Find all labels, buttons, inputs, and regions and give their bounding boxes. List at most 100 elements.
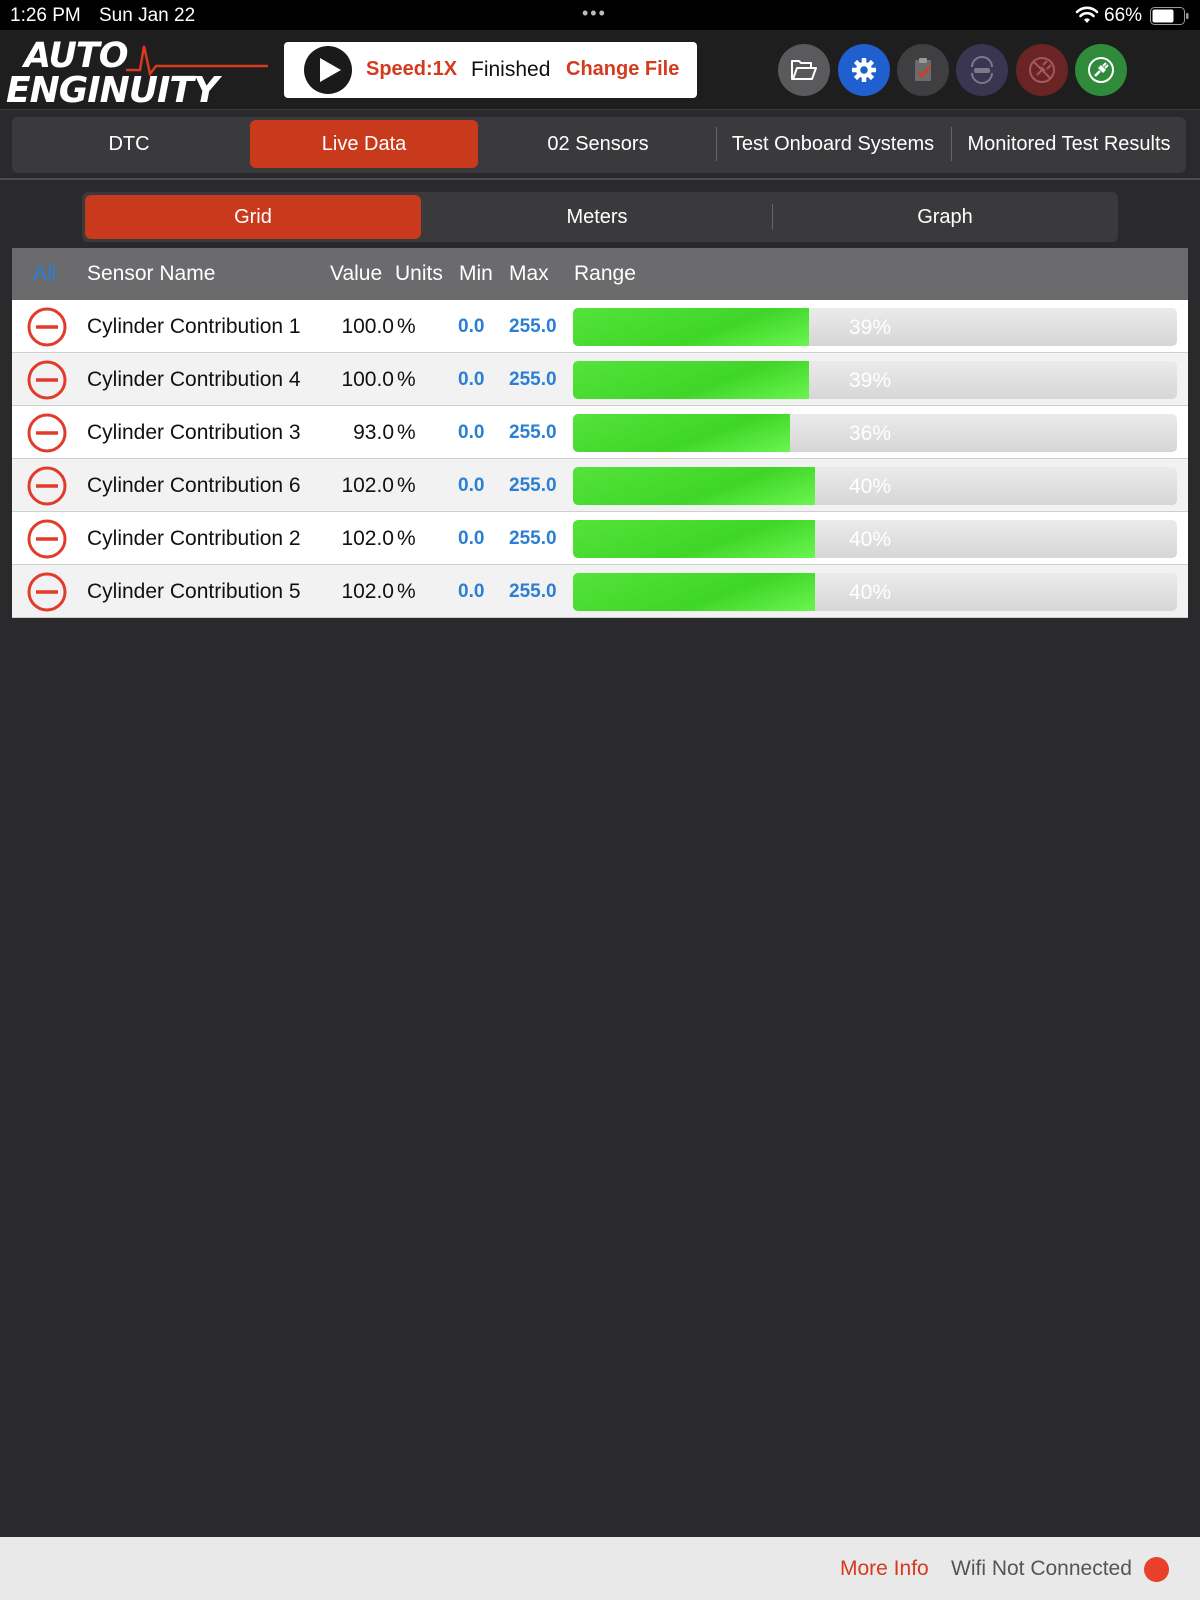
sensor-min: 0.0 [458, 369, 485, 390]
sensor-value: 102.0 [341, 474, 394, 497]
sensor-range-fill [573, 414, 790, 452]
tab-dtc[interactable]: DTC [12, 120, 246, 168]
battery-percent: 66% [1104, 5, 1143, 26]
sensor-range-bar: 40% [573, 467, 1177, 505]
disconnect-button[interactable] [1016, 44, 1068, 96]
sensor-units: % [397, 421, 416, 444]
app-header: AUTO ENGINUITY Speed:1X Finished Change … [0, 30, 1200, 111]
open-folder-icon [791, 60, 817, 80]
connect-button[interactable] [1075, 44, 1127, 96]
play-button[interactable] [304, 46, 352, 94]
sensor-range-percent: 40% [849, 581, 892, 604]
table-row[interactable]: Cylinder Contribution 1 100.0% 0.0 255.0 39% [12, 300, 1188, 353]
playback-speed[interactable]: Speed:1X [366, 58, 457, 81]
connect-plug-icon [1088, 57, 1114, 83]
remove-sensor-icon[interactable] [26, 571, 68, 613]
playback-status: Finished [471, 58, 551, 81]
sensor-range-fill [573, 308, 809, 346]
view-segment-control: Grid Meters Graph [82, 192, 1118, 242]
sensor-min: 0.0 [458, 422, 485, 443]
segment-graph[interactable]: Graph [774, 195, 1116, 239]
settings-button[interactable] [838, 44, 890, 96]
sensor-max: 255.0 [509, 581, 557, 602]
sensor-range-fill [573, 573, 815, 611]
logo-bottom-text: ENGINUITY [6, 70, 219, 111]
sensor-units: % [397, 368, 416, 391]
disconnected-plug-icon [1029, 57, 1055, 83]
sensor-range-fill [573, 467, 815, 505]
clipboard-button[interactable] [897, 44, 949, 96]
status-time: 1:26 PM [10, 5, 81, 26]
sensor-max: 255.0 [509, 475, 557, 496]
sensor-name: Cylinder Contribution 4 [87, 368, 301, 391]
remove-sensor-icon[interactable] [26, 306, 68, 348]
segment-divider [772, 204, 773, 230]
sensor-range-percent: 36% [849, 422, 892, 445]
sensor-range-bar: 40% [573, 520, 1177, 558]
more-info-link[interactable]: More Info [840, 1557, 929, 1581]
multitasking-dots[interactable]: ••• [582, 3, 607, 24]
select-all-button[interactable]: All [33, 262, 56, 286]
sensor-max: 255.0 [509, 422, 557, 443]
sensor-range-percent: 39% [849, 316, 892, 339]
sensor-range-bar: 36% [573, 414, 1177, 452]
main-tab-bar: DTC Live Data 02 Sensors Test Onboard Sy… [12, 117, 1186, 173]
remove-sensor-icon[interactable] [26, 359, 68, 401]
header-range[interactable]: Range [574, 262, 636, 286]
sensor-range-percent: 39% [849, 369, 892, 392]
tab-live-data[interactable]: Live Data [250, 120, 478, 168]
table-row[interactable]: Cylinder Contribution 2 102.0% 0.0 255.0 40% [12, 512, 1188, 565]
table-header: All Sensor Name Value Units Min Max Rang… [12, 248, 1188, 300]
tab-monitored-test-results[interactable]: Monitored Test Results [952, 120, 1186, 168]
table-row[interactable]: Cylinder Contribution 6 102.0% 0.0 255.0 40% [12, 459, 1188, 512]
table-row[interactable]: Cylinder Contribution 5 102.0% 0.0 255.0 40% [12, 565, 1188, 618]
sensor-max: 255.0 [509, 316, 557, 337]
tab-test-onboard-systems[interactable]: Test Onboard Systems [717, 120, 949, 168]
clipboard-check-icon [915, 58, 931, 81]
wifi-status-text: Wifi Not Connected [951, 1557, 1132, 1580]
sensor-name: Cylinder Contribution 1 [87, 315, 301, 338]
sensor-max: 255.0 [509, 369, 557, 390]
sensor-min: 0.0 [458, 475, 485, 496]
sensor-units: % [397, 527, 416, 550]
table-row[interactable]: Cylinder Contribution 3 93.0% 0.0 255.0 36% [12, 406, 1188, 459]
remove-sensor-icon[interactable] [26, 465, 68, 507]
vehicle-sync-button[interactable] [956, 44, 1008, 96]
sensor-max: 255.0 [509, 528, 557, 549]
remove-sensor-icon[interactable] [26, 412, 68, 454]
sensor-value: 102.0 [341, 580, 394, 603]
vehicle-sync-icon [971, 56, 993, 84]
sensor-range-fill [573, 520, 815, 558]
sensor-name: Cylinder Contribution 3 [87, 421, 301, 444]
sensor-name: Cylinder Contribution 6 [87, 474, 301, 497]
segment-grid[interactable]: Grid [85, 195, 421, 239]
header-value[interactable]: Value [330, 262, 382, 286]
sensor-range-bar: 40% [573, 573, 1177, 611]
header-units[interactable]: Units [395, 262, 443, 286]
sensor-min: 0.0 [458, 316, 485, 337]
sensor-range-fill [573, 361, 809, 399]
remove-sensor-icon[interactable] [26, 518, 68, 560]
tab-o2-sensors[interactable]: 02 Sensors [482, 120, 714, 168]
header-min[interactable]: Min [459, 262, 493, 286]
sensor-units: % [397, 580, 416, 603]
sensor-units: % [397, 315, 416, 338]
header-max[interactable]: Max [509, 262, 549, 286]
sensor-range-percent: 40% [849, 475, 892, 498]
battery-icon [1150, 7, 1189, 25]
sensor-min: 0.0 [458, 581, 485, 602]
change-file-button[interactable]: Change File [566, 58, 679, 81]
auto-enginuity-logo: AUTO ENGINUITY [6, 36, 268, 111]
header-separator [0, 178, 1200, 180]
playback-control: Speed:1X Finished Change File [284, 42, 697, 98]
header-sensor-name[interactable]: Sensor Name [87, 262, 215, 286]
play-icon [320, 58, 341, 82]
sensor-range-bar: 39% [573, 361, 1177, 399]
sensor-units: % [397, 474, 416, 497]
sensor-range-percent: 40% [849, 528, 892, 551]
segment-meters[interactable]: Meters [424, 195, 770, 239]
table-row[interactable]: Cylinder Contribution 4 100.0% 0.0 255.0 39% [12, 353, 1188, 406]
connection-status-indicator [1144, 1557, 1169, 1582]
sensor-name: Cylinder Contribution 2 [87, 527, 301, 550]
open-folder-button[interactable] [778, 44, 830, 96]
